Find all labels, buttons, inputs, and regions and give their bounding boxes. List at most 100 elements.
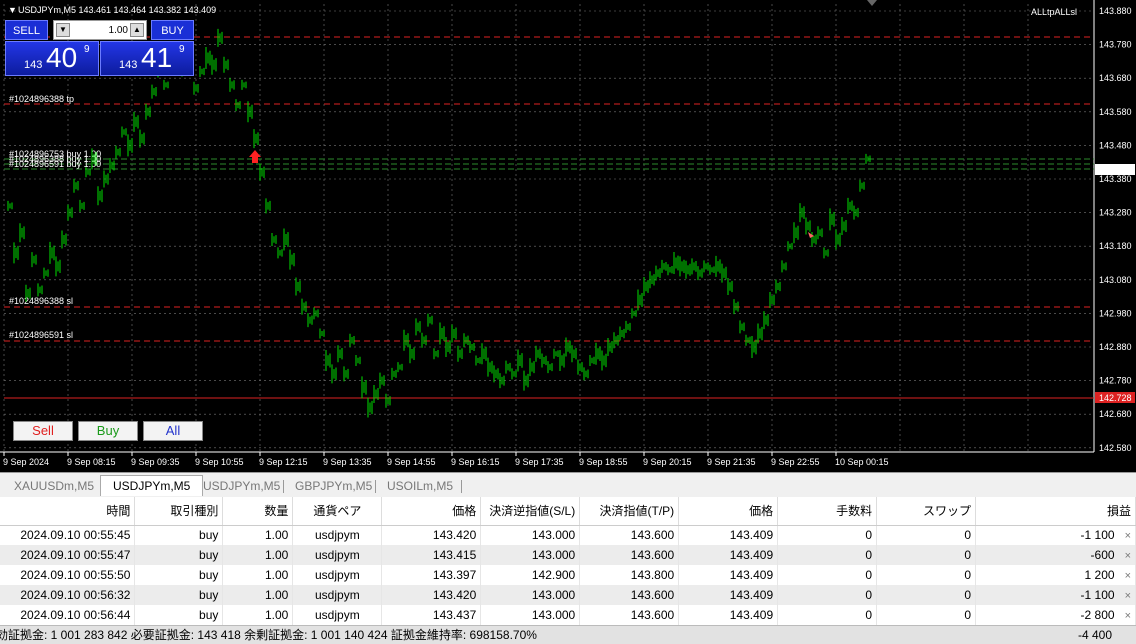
- ea-label: ALLtpALLsl: [1031, 7, 1077, 17]
- red-price-label: 142.728: [1099, 393, 1132, 403]
- table-cell: 1.00: [222, 565, 294, 585]
- col-price[interactable]: 価格: [381, 497, 482, 526]
- table-cell: usdjpym: [292, 525, 383, 545]
- buy-price-fraction: 9: [179, 44, 185, 55]
- lot-increase-icon[interactable]: ▲: [130, 23, 144, 37]
- close-position-icon[interactable]: ×: [1125, 590, 1131, 602]
- profit-value: -600: [1090, 548, 1115, 562]
- time-axis-label: 9 Sep 08:15: [67, 457, 116, 467]
- table-cell: 143.397: [381, 565, 482, 585]
- order-buy-label: #1024896591 buy 1.00: [9, 159, 101, 169]
- buy-button[interactable]: BUY: [151, 20, 194, 40]
- price-axis-label: 143.080: [1099, 275, 1132, 285]
- table-cell: 2024.09.10 00:55:45: [0, 525, 136, 545]
- time-axis-label: 9 Sep 14:55: [387, 457, 436, 467]
- chart-shift-icon: [867, 0, 877, 6]
- col-sl[interactable]: 決済逆指値(S/L): [480, 497, 581, 526]
- table-cell: buy: [134, 525, 224, 545]
- col-profit[interactable]: 損益: [975, 497, 1136, 526]
- close-position-icon[interactable]: ×: [1125, 550, 1131, 562]
- tab-separator: [461, 480, 462, 493]
- col-current-price[interactable]: 価格: [678, 497, 779, 526]
- lot-input[interactable]: [72, 23, 128, 38]
- tab-usoilm[interactable]: USOILm,M5: [375, 476, 465, 497]
- table-cell: 143.600: [579, 525, 680, 545]
- table-header: 時間 取引種別 数量 通貨ペア 価格 決済逆指値(S/L) 決済指値(T/P) …: [0, 497, 1136, 526]
- table-cell: 143.415: [381, 545, 482, 565]
- close-position-icon[interactable]: ×: [1125, 610, 1131, 622]
- table-row[interactable]: 2024.09.10 00:55:47 buy 1.00 usdjpym 143.415…: [0, 545, 1136, 565]
- price-axis-label: 143.180: [1099, 241, 1132, 251]
- lot-size-field: ▼ ▲: [53, 20, 147, 40]
- table-cell: 143.000: [480, 525, 581, 545]
- order-sl-label: #1024896591 sl: [9, 330, 73, 340]
- sell-button[interactable]: SELL: [5, 20, 48, 40]
- price-chart[interactable]: 143.880 143.780 143.680 143.580 143.480 143.3…: [0, 0, 1136, 472]
- close-all-button[interactable]: All: [143, 421, 203, 441]
- table-cell: 143.000: [480, 545, 581, 565]
- buy-price-display[interactable]: 143 41 9: [100, 41, 194, 76]
- table-cell: buy: [134, 565, 224, 585]
- symbol-header: USDJPYm,M5 143.461 143.464 143.382 143.4…: [18, 5, 216, 15]
- price-axis-label: 143.280: [1099, 208, 1132, 218]
- col-commission[interactable]: 手数料: [777, 497, 878, 526]
- col-type[interactable]: 取引種別: [134, 497, 224, 526]
- sell-price-prefix: 143: [24, 59, 43, 71]
- table-cell: -1 100 ×: [975, 585, 1136, 605]
- table-cell: -1 100 ×: [975, 525, 1136, 545]
- tab-xauusdm[interactable]: XAUUSDm,M5: [2, 476, 106, 497]
- table-cell: 1.00: [222, 545, 294, 565]
- time-axis-label: 9 Sep 12:15: [259, 457, 308, 467]
- price-axis-label: 143.680: [1099, 73, 1132, 83]
- price-axis-label: 143.880: [1099, 6, 1132, 16]
- table-cell: 2024.09.10 00:55:47: [0, 545, 136, 565]
- table-row[interactable]: 2024.09.10 00:56:32 buy 1.00 usdjpym 143.420…: [0, 585, 1136, 605]
- close-buy-button[interactable]: Buy: [78, 421, 138, 441]
- col-time[interactable]: 時間: [0, 497, 136, 526]
- table-row[interactable]: 2024.09.10 00:55:50 buy 1.00 usdjpym 143.397…: [0, 565, 1136, 585]
- table-row[interactable]: 2024.09.10 00:56:44 buy 1.00 usdjpym 143.437…: [0, 605, 1136, 625]
- table-cell: 143.600: [579, 545, 680, 565]
- buy-price-prefix: 143: [119, 59, 138, 71]
- sell-arrow-icon: [249, 150, 261, 163]
- price-axis-label: 142.880: [1099, 342, 1132, 352]
- col-symbol[interactable]: 通貨ペア: [292, 497, 383, 526]
- table-cell: buy: [134, 585, 224, 605]
- table-cell: buy: [134, 605, 224, 625]
- table-cell: usdjpym: [292, 565, 383, 585]
- order-sl-label: #1024896388 sl: [9, 296, 73, 306]
- table-cell: 0: [876, 605, 977, 625]
- table-cell: 143.409: [678, 525, 779, 545]
- profit-value: -1 100: [1080, 588, 1115, 602]
- table-cell: 143.409: [678, 565, 779, 585]
- tab-usdjpym-active[interactable]: USDJPYm,M5: [100, 475, 204, 496]
- table-cell: 2024.09.10 00:56:44: [0, 605, 136, 625]
- table-cell: 0: [777, 545, 878, 565]
- table-cell: buy: [134, 545, 224, 565]
- profit-value: -1 100: [1080, 528, 1115, 543]
- price-axis-label: 142.680: [1099, 409, 1132, 419]
- table-cell: usdjpym: [292, 585, 383, 605]
- col-volume[interactable]: 数量: [222, 497, 294, 526]
- table-cell: usdjpym: [292, 545, 383, 565]
- table-cell: 143.800: [579, 565, 680, 585]
- tab-usdjpym[interactable]: USDJPYm,M5: [191, 476, 292, 497]
- table-cell: 0: [876, 585, 977, 605]
- table-cell: 143.000: [480, 605, 581, 625]
- table-cell: 2024.09.10 00:56:32: [0, 585, 136, 605]
- col-swap[interactable]: スワップ: [876, 497, 977, 526]
- table-cell: -600 ×: [975, 545, 1136, 565]
- col-tp[interactable]: 決済指値(T/P): [579, 497, 680, 526]
- time-axis-label: 9 Sep 18:55: [579, 457, 628, 467]
- lot-decrease-icon[interactable]: ▼: [56, 23, 70, 37]
- current-price-label: 143.409: [1099, 165, 1132, 175]
- table-cell: 143.600: [579, 585, 680, 605]
- time-axis-label: 9 Sep 17:35: [515, 457, 564, 467]
- close-sell-button[interactable]: Sell: [13, 421, 73, 441]
- close-position-icon[interactable]: ×: [1125, 530, 1131, 542]
- time-axis-label: 10 Sep 00:15: [835, 457, 889, 467]
- close-position-icon[interactable]: ×: [1125, 570, 1131, 582]
- table-row[interactable]: 2024.09.10 00:55:45 buy 1.00 usdjpym 143.420…: [0, 525, 1136, 545]
- sell-price-display[interactable]: 143 40 9: [5, 41, 99, 76]
- tab-gbpjpym[interactable]: GBPJPYm,M5: [283, 476, 384, 497]
